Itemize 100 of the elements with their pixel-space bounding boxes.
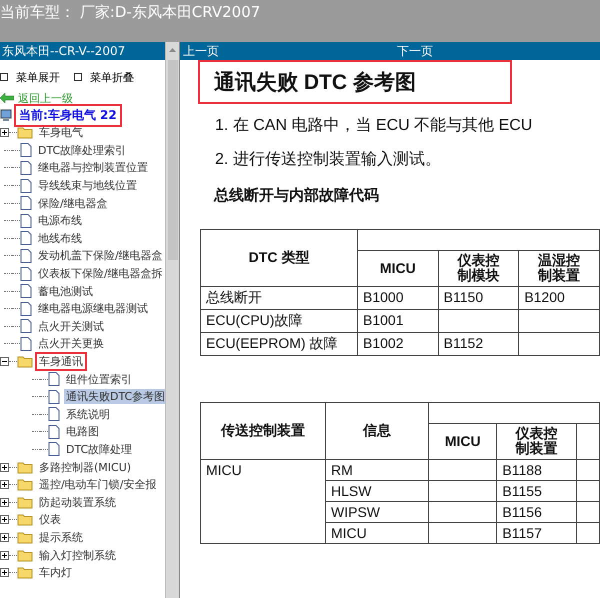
tree-item[interactable]: 输入灯控制系统 — [37, 548, 118, 563]
tree-item[interactable]: DTC故障处理索引 — [36, 142, 128, 158]
table-cell: HLSW — [326, 480, 428, 502]
expand-toggle[interactable] — [0, 480, 9, 490]
tree-item[interactable]: 车身电气 — [37, 125, 85, 140]
table-cell: WIPSW — [326, 501, 428, 522]
tree-item[interactable]: 导线线束与地线位置 — [36, 178, 139, 194]
tree-item[interactable]: 仪表 — [37, 512, 63, 528]
expand-toggle[interactable] — [0, 532, 9, 542]
tree-item[interactable]: 保险/继电器盒 — [36, 196, 110, 211]
document-icon — [20, 284, 32, 298]
empty-cell — [428, 459, 497, 480]
tree-item[interactable]: 点火开关更换 — [36, 336, 106, 352]
table-cell: MICU — [326, 522, 428, 544]
expand-toggle[interactable] — [0, 550, 9, 560]
empty-cell — [428, 480, 497, 502]
tree-item[interactable]: 提示系统 — [37, 530, 85, 545]
document-icon — [48, 372, 60, 386]
folder-icon — [17, 530, 33, 544]
document-icon — [20, 231, 32, 246]
table-cell: 总线断开 — [200, 286, 358, 310]
tree-item[interactable]: 车内灯 — [37, 565, 74, 580]
expand-toggle[interactable] — [0, 357, 9, 366]
table-cell: B1152 — [438, 332, 519, 356]
window-title: 当前车型： 厂家:D-东风本田CRV2007 — [0, 3, 260, 21]
document-icon — [48, 442, 60, 456]
folder-icon — [17, 478, 33, 492]
tree-item[interactable]: DTC故障处理 — [64, 442, 134, 457]
folder-icon — [17, 566, 33, 580]
tree-item[interactable]: 车身通讯 — [37, 354, 85, 370]
tree-item[interactable]: 组件位置索引 — [64, 372, 134, 387]
tree-item[interactable]: 系统说明 — [64, 406, 112, 422]
document-icon — [20, 248, 32, 263]
table-cell: MICU — [200, 459, 326, 544]
expand-toggle[interactable] — [0, 515, 9, 524]
tree-item[interactable]: 继电器与控制装置位置 — [36, 160, 150, 176]
tree-item[interactable]: 防起动装置系统 — [37, 494, 118, 510]
current-category: 当前:车身电气 22 — [16, 106, 120, 124]
column-header: 温湿控制装置 — [518, 250, 600, 286]
table-cell: B1200 — [518, 286, 600, 310]
table-cell: B1150 — [438, 286, 519, 310]
tree-item[interactable]: 地线布线 — [36, 230, 84, 246]
document-icon — [20, 143, 32, 158]
expand-toggle[interactable] — [0, 568, 9, 578]
tree-item[interactable]: 继电器电源继电器测试 — [36, 301, 150, 316]
tree-item[interactable]: 发动机盖下保险/继电器盒 — [36, 248, 165, 264]
expand-toggle[interactable] — [0, 498, 9, 507]
column-header: 仪表控制模块 — [438, 250, 519, 286]
tree-item[interactable]: 多路控制器(MICU) — [37, 460, 134, 475]
back-link[interactable]: 返回上一级 — [18, 90, 73, 106]
tree-item[interactable]: 通讯失败DTC参考图 — [64, 389, 165, 404]
scrollbar-thumb[interactable] — [168, 60, 178, 260]
menu-button[interactable]: 菜单折叠 — [74, 64, 134, 90]
table-cell: B1000 — [358, 286, 438, 310]
table-cell: ECU(CPU)故障 — [200, 309, 358, 332]
tree-item[interactable]: 电路图 — [64, 424, 101, 440]
folder-icon — [17, 496, 33, 509]
document-icon — [20, 196, 32, 210]
tree-item[interactable]: 点火开关测试 — [36, 318, 106, 334]
next-page-link[interactable]: 下一页 — [397, 42, 433, 60]
column-header: MICU — [428, 423, 497, 460]
expand-toggle[interactable] — [0, 128, 9, 138]
step-text: 2. 进行传送控制装置输入测试。 — [215, 150, 442, 170]
table-cell: B1002 — [358, 332, 438, 356]
column-header: 传送控制装置 — [200, 402, 326, 460]
tree-item[interactable]: 遥控/电动车门锁/安全报 — [37, 477, 158, 492]
document-title: 通讯失败 DTC 参考图 — [200, 62, 510, 102]
previous-page-link[interactable]: 上一页 — [183, 42, 397, 60]
document-icon — [20, 319, 32, 334]
back-arrow-icon — [0, 93, 14, 103]
table-cell: B1001 — [358, 309, 438, 332]
empty-cell — [428, 501, 497, 522]
folder-icon — [17, 355, 33, 368]
tree-title: 东风本田--CR-V--2007 — [0, 42, 165, 60]
tree-item[interactable]: 蓄电池测试 — [36, 284, 95, 299]
table-cell: B1157 — [496, 522, 576, 544]
column-header: MICU — [358, 250, 438, 286]
document-icon — [20, 214, 32, 228]
table-cell: B1155 — [496, 480, 576, 502]
computer-icon — [0, 108, 12, 122]
document-icon — [20, 178, 32, 193]
document-icon — [20, 336, 32, 351]
folder-icon — [17, 513, 33, 526]
table-cell: B1188 — [496, 459, 576, 480]
menu-button[interactable]: 菜单展开 — [0, 64, 60, 90]
document-icon — [48, 424, 60, 439]
expand-toggle[interactable] — [0, 462, 9, 472]
column-header: DTC 类型 — [200, 230, 358, 286]
section-heading: 总线断开与内部故障代码 — [214, 186, 380, 205]
tree-item[interactable]: 电源布线 — [36, 213, 84, 228]
folder-icon — [17, 126, 33, 140]
column-header: 仪表控制装置 — [496, 423, 576, 460]
document-icon — [20, 266, 32, 281]
document-icon — [20, 302, 32, 316]
column-header: 信息 — [326, 402, 428, 460]
table-cell: B1156 — [496, 501, 576, 522]
tree-item[interactable]: 仪表板下保险/继电器盒拆 — [36, 266, 165, 282]
folder-icon — [17, 548, 33, 562]
scrollbar[interactable] — [165, 42, 180, 598]
document-icon — [48, 390, 60, 404]
